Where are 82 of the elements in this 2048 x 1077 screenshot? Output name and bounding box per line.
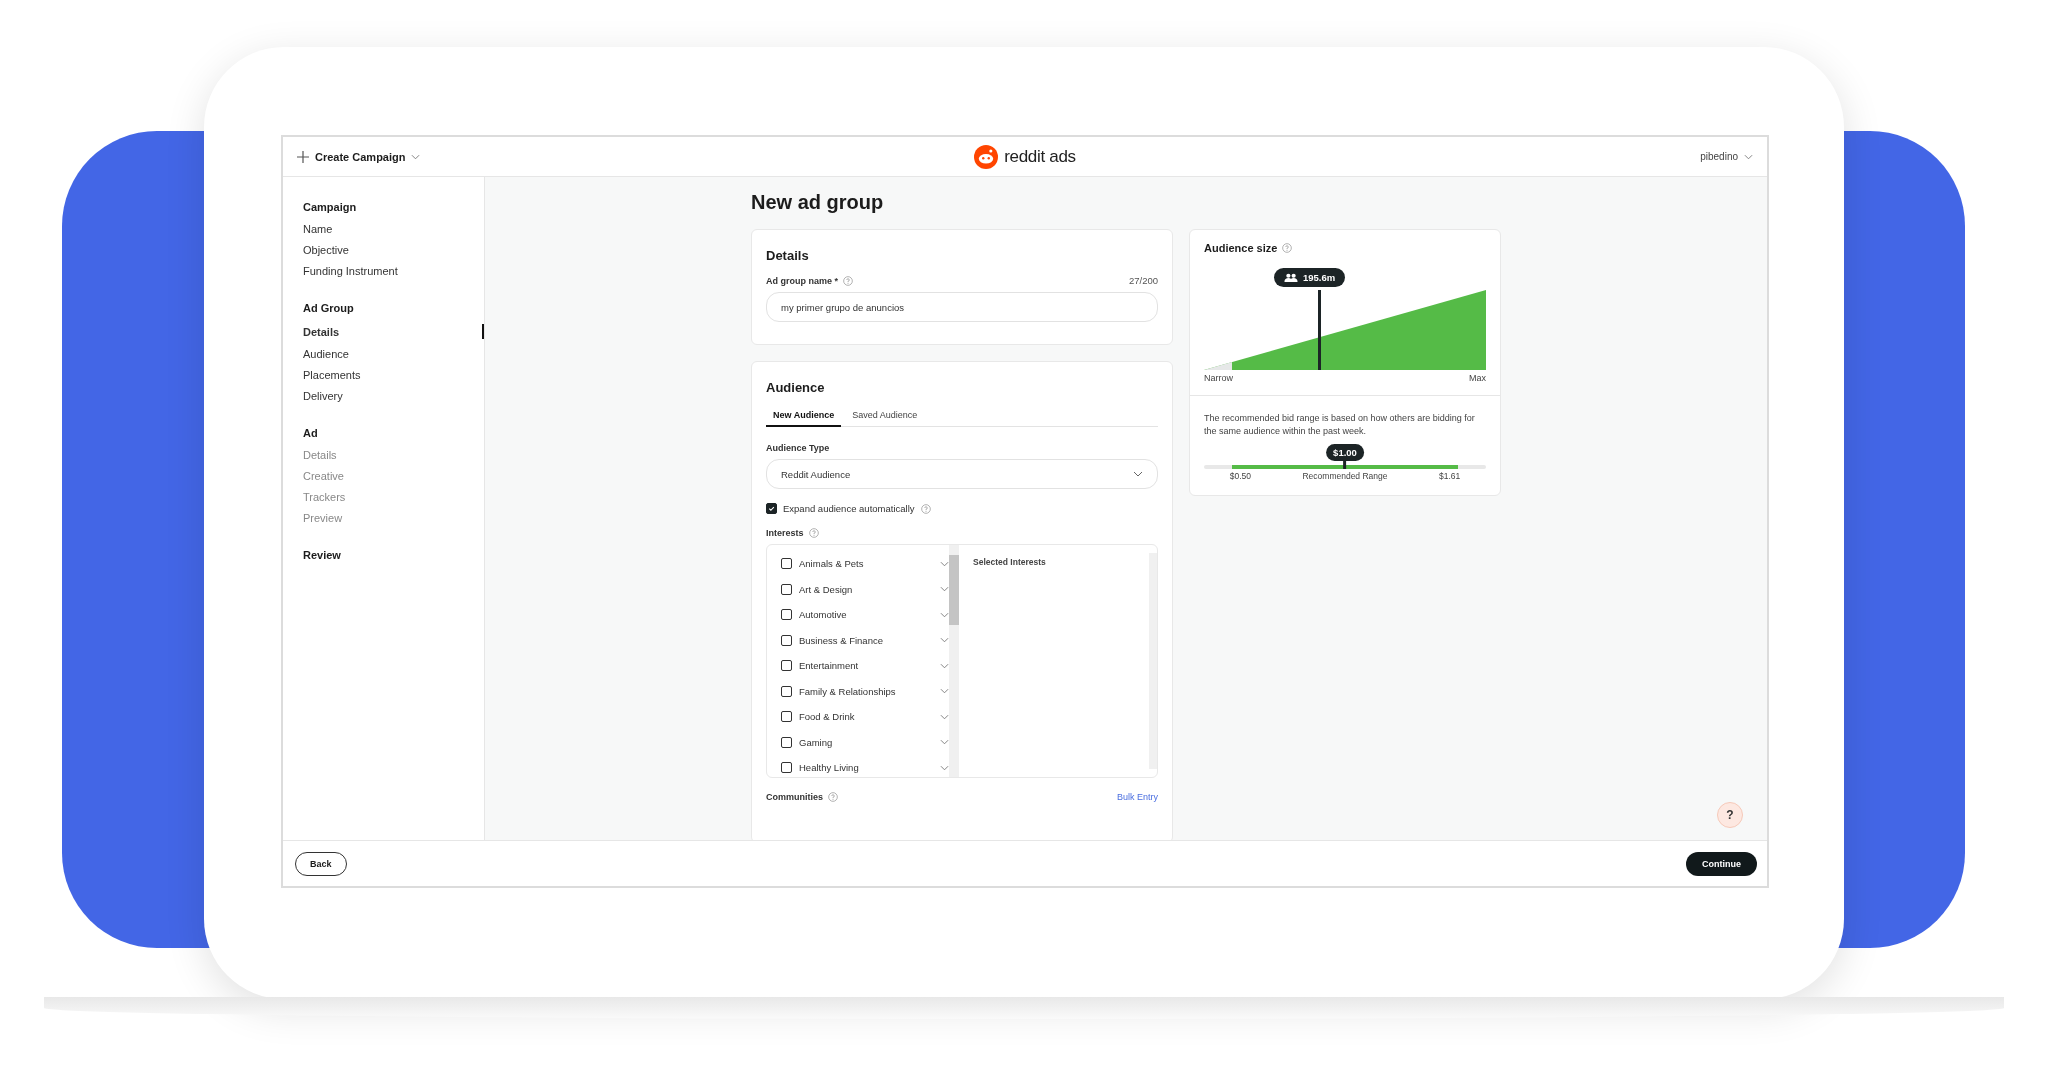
card-title: Audience size — [1204, 242, 1278, 254]
chevron-down-icon — [1744, 153, 1753, 160]
range-label: $1.61 — [1438, 471, 1461, 482]
interest-label: Gaming — [799, 736, 833, 748]
sidebar-item[interactable]: Details — [303, 325, 340, 338]
checkbox[interactable] — [781, 634, 792, 646]
checkbox[interactable] — [781, 558, 792, 570]
help-icon — [828, 792, 838, 802]
character-counter: 27/200 — [1128, 275, 1158, 286]
audience-tab[interactable]: New Audience — [766, 407, 842, 427]
card-title: Details — [766, 248, 810, 263]
field-label: Communities — [766, 792, 823, 802]
audience-type-select[interactable]: Reddit Audience — [766, 459, 1158, 489]
chevron-down-icon[interactable] — [940, 688, 949, 695]
axis-label: Narrow — [1204, 373, 1233, 383]
sidebar-item[interactable]: Audience — [303, 348, 349, 360]
help-icon — [1282, 243, 1293, 253]
audience-size-tooltip: 195.6m — [1274, 268, 1346, 287]
logo-icon — [974, 144, 999, 169]
plus-icon — [297, 150, 309, 163]
help-icon — [920, 503, 931, 514]
field-label: Ad group name * — [766, 275, 838, 286]
sidebar-section-title: Review — [303, 549, 342, 561]
help-icon — [843, 275, 853, 286]
selection-indicator — [482, 324, 484, 339]
sidebar-section-title: Campaign — [303, 201, 358, 213]
ad-group-name-field[interactable]: my primer grupo de anuncios — [766, 292, 1158, 322]
interest-label: Business & Finance — [799, 634, 883, 646]
checkbox-label: Expand audience automatically — [783, 503, 915, 514]
interest-label: Automotive — [799, 609, 847, 621]
chevron-down-icon[interactable] — [940, 611, 949, 618]
sidebar-item[interactable]: Funding Instrument — [303, 265, 398, 277]
chevron-down-icon[interactable] — [940, 662, 949, 669]
people-icon — [1284, 273, 1298, 282]
interest-label: Healthy Living — [799, 762, 859, 774]
chevron-down-icon[interactable] — [940, 560, 949, 567]
sidebar-item[interactable]: Name — [303, 223, 333, 235]
scrollbar[interactable] — [949, 545, 959, 777]
field-label: Interests — [766, 528, 804, 538]
checkbox[interactable] — [781, 609, 792, 621]
panel-title: Selected Interests — [973, 557, 1047, 567]
chevron-down-icon[interactable] — [940, 586, 949, 593]
checkbox[interactable] — [781, 583, 792, 595]
checkbox[interactable] — [781, 762, 792, 774]
sidebar-section-title: Ad Group — [303, 302, 355, 314]
sidebar-section-title: Ad — [303, 427, 319, 439]
sidebar-item[interactable]: Objective — [303, 244, 349, 256]
interest-label: Art & Design — [799, 583, 853, 595]
chevron-down-icon[interactable] — [940, 739, 949, 746]
checkbox[interactable] — [781, 711, 792, 723]
field-label: Audience Type — [766, 443, 831, 453]
create-campaign-button[interactable]: Create Campaign — [297, 150, 421, 163]
interest-label: Animals & Pets — [799, 558, 864, 570]
bulk-entry-link[interactable]: Bulk Entry — [1117, 792, 1158, 802]
audience-tab[interactable]: Saved Audience — [845, 407, 925, 427]
help-icon — [808, 528, 819, 538]
checkbox[interactable] — [781, 736, 792, 748]
chevron-down-icon[interactable] — [940, 637, 949, 644]
range-label: $0.50 — [1229, 471, 1251, 482]
bid-tooltip: $1.00 — [1326, 444, 1364, 462]
checkbox[interactable] — [766, 503, 777, 514]
interest-label: Entertainment — [799, 660, 859, 672]
chevron-down-icon — [411, 153, 421, 160]
brand-name: reddit ads — [1004, 146, 1076, 167]
page-title: New ad group — [751, 191, 885, 214]
checkbox[interactable] — [781, 685, 792, 697]
range-label: Recommended Range — [1302, 471, 1388, 482]
chevron-down-icon — [1133, 471, 1143, 477]
continue-button[interactable]: Continue — [1686, 851, 1757, 876]
chevron-down-icon[interactable] — [940, 713, 949, 720]
axis-label: Max — [1469, 373, 1486, 383]
card-title: Audience — [766, 380, 826, 395]
checkbox[interactable] — [781, 660, 792, 672]
checkmark-icon — [767, 504, 776, 513]
sidebar-item[interactable]: Delivery — [303, 390, 343, 402]
interest-label: Family & Relationships — [799, 685, 896, 697]
interest-label: Food & Drink — [799, 711, 855, 723]
bid-range-description: The recommended bid range is based on how others are bidding for the same audience within the past week. — [1204, 412, 1476, 438]
sidebar-item[interactable]: Placements — [303, 369, 361, 381]
help-button[interactable]: ? — [1717, 802, 1743, 828]
account-menu[interactable]: pibedino — [1700, 151, 1753, 162]
chevron-down-icon[interactable] — [940, 764, 949, 771]
